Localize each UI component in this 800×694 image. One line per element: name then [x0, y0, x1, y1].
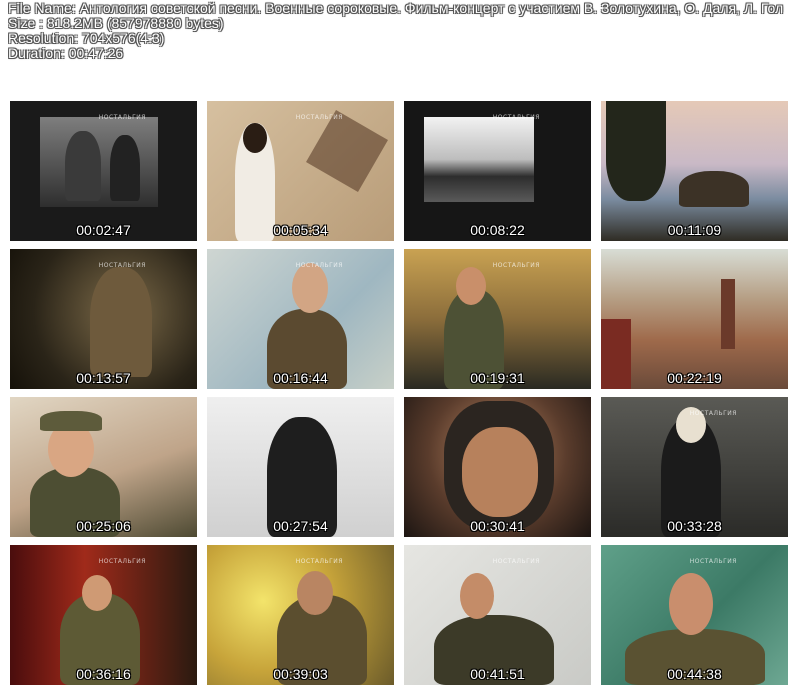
- thumbnail[interactable]: НОСТАЛЬГИЯ 00:05:34: [207, 101, 394, 241]
- resolution: Resolution: 704x576(4:3): [8, 30, 165, 46]
- thumbnail[interactable]: НОСТАЛЬГИЯ 00:36:16: [10, 545, 197, 685]
- scene-image: [601, 101, 788, 241]
- file-name: File Name: Антология советской песни. Во…: [8, 1, 784, 16]
- watermark: НОСТАЛЬГИЯ: [98, 262, 146, 269]
- timestamp: 00:02:47: [76, 222, 131, 238]
- scene-image: [10, 101, 197, 241]
- scene-image: [601, 249, 788, 389]
- timestamp: 00:19:31: [470, 370, 525, 386]
- scene-image: [10, 249, 197, 389]
- scene-image: [404, 101, 591, 241]
- scene-image: [404, 545, 591, 685]
- watermark: НОСТАЛЬГИЯ: [492, 262, 540, 269]
- thumbnail[interactable]: НОСТАЛЬГИЯ 00:39:03: [207, 545, 394, 685]
- thumbnail[interactable]: НОСТАЛЬГИЯ 00:44:38: [601, 545, 788, 685]
- timestamp: 00:27:54: [273, 518, 328, 534]
- thumbnail[interactable]: 00:22:19: [601, 249, 788, 389]
- timestamp: 00:44:38: [667, 666, 722, 682]
- thumbnail[interactable]: 00:11:09: [601, 101, 788, 241]
- timestamp: 00:16:44: [273, 370, 328, 386]
- thumbnail[interactable]: 00:27:54: [207, 397, 394, 537]
- watermark: НОСТАЛЬГИЯ: [98, 114, 146, 121]
- watermark: НОСТАЛЬГИЯ: [98, 558, 146, 565]
- file-info: File Name: Антология советской песни. Во…: [8, 1, 798, 61]
- watermark: НОСТАЛЬГИЯ: [689, 410, 737, 417]
- scene-image: [207, 101, 394, 241]
- watermark: НОСТАЛЬГИЯ: [295, 262, 343, 269]
- watermark: НОСТАЛЬГИЯ: [492, 114, 540, 121]
- timestamp: 00:05:34: [273, 222, 328, 238]
- scene-image: [404, 397, 591, 537]
- timestamp: 00:08:22: [470, 222, 525, 238]
- thumbnail[interactable]: НОСТАЛЬГИЯ 00:41:51: [404, 545, 591, 685]
- thumbnail[interactable]: 00:30:41: [404, 397, 591, 537]
- thumbnail[interactable]: НОСТАЛЬГИЯ 00:16:44: [207, 249, 394, 389]
- timestamp: 00:41:51: [470, 666, 525, 682]
- timestamp: 00:30:41: [470, 518, 525, 534]
- scene-image: [207, 397, 394, 537]
- timestamp: 00:13:57: [76, 370, 131, 386]
- thumbnail[interactable]: НОСТАЛЬГИЯ 00:08:22: [404, 101, 591, 241]
- thumbnail[interactable]: НОСТАЛЬГИЯ 00:02:47: [10, 101, 197, 241]
- thumbnail-grid: НОСТАЛЬГИЯ 00:02:47 НОСТАЛЬГИЯ 00:05:34 …: [10, 101, 788, 685]
- scene-image: [404, 249, 591, 389]
- watermark: НОСТАЛЬГИЯ: [492, 558, 540, 565]
- file-size: Size : 818.2MB (857978880 bytes): [8, 15, 224, 31]
- timestamp: 00:39:03: [273, 666, 328, 682]
- thumbnail[interactable]: 00:25:06: [10, 397, 197, 537]
- thumbnail[interactable]: НОСТАЛЬГИЯ 00:33:28: [601, 397, 788, 537]
- timestamp: 00:25:06: [76, 518, 131, 534]
- timestamp: 00:36:16: [76, 666, 131, 682]
- scene-image: [207, 249, 394, 389]
- watermark: НОСТАЛЬГИЯ: [295, 114, 343, 121]
- scene-image: [601, 397, 788, 537]
- watermark: НОСТАЛЬГИЯ: [295, 558, 343, 565]
- scene-image: [10, 397, 197, 537]
- thumbnail[interactable]: НОСТАЛЬГИЯ 00:19:31: [404, 249, 591, 389]
- scene-image: [601, 545, 788, 685]
- duration: Duration: 00:47:26: [8, 45, 124, 61]
- timestamp: 00:33:28: [667, 518, 722, 534]
- thumbnail[interactable]: НОСТАЛЬГИЯ 00:13:57: [10, 249, 197, 389]
- timestamp: 00:22:19: [667, 370, 722, 386]
- scene-image: [10, 545, 197, 685]
- timestamp: 00:11:09: [667, 222, 722, 238]
- watermark: НОСТАЛЬГИЯ: [689, 558, 737, 565]
- scene-image: [207, 545, 394, 685]
